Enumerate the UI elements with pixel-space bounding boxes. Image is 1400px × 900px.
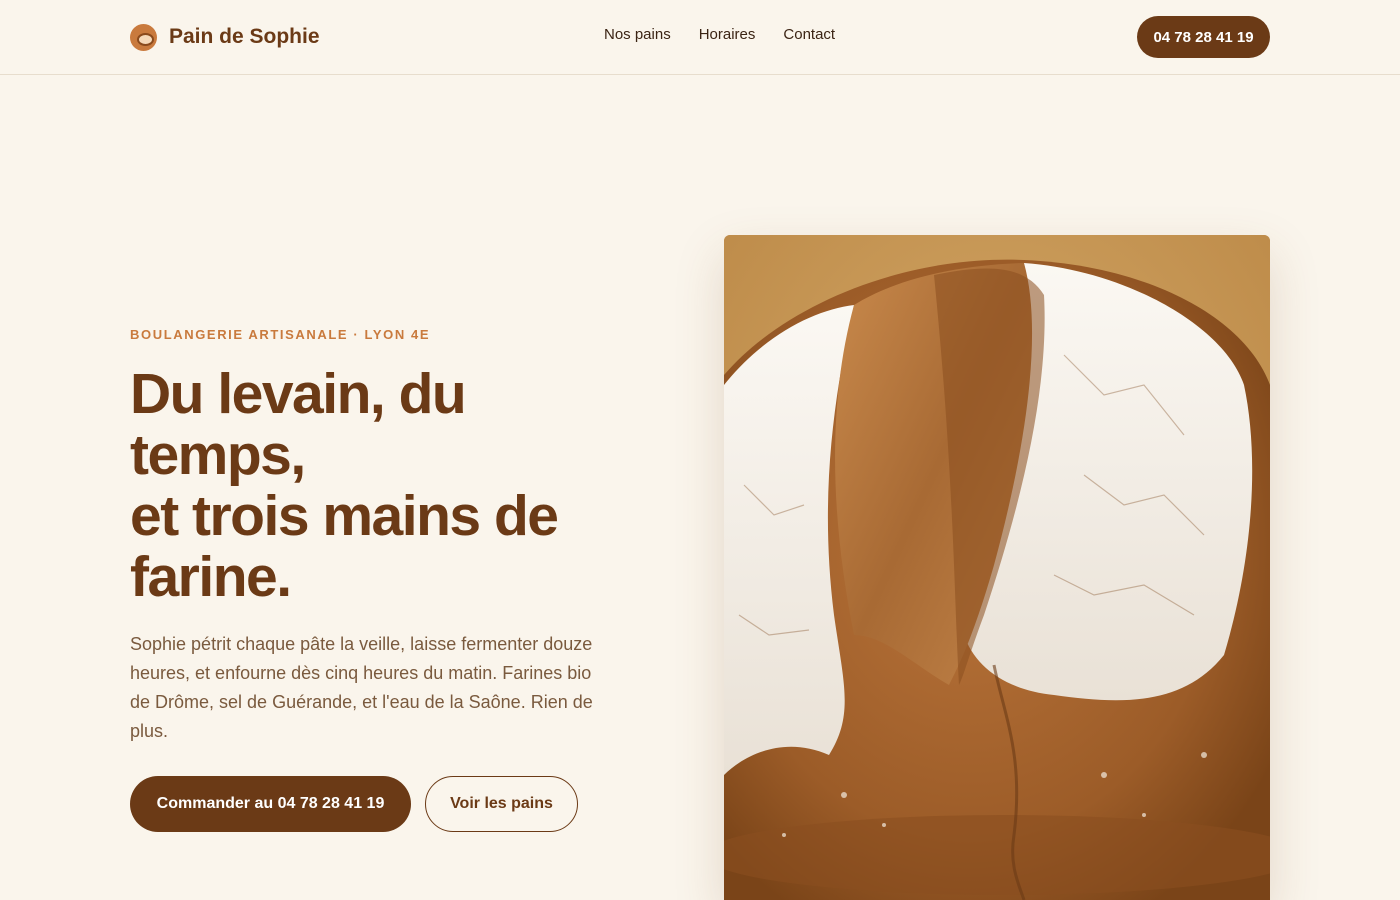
nav-link-contact[interactable]: Contact xyxy=(783,26,835,43)
hero-title-line-1: Du levain, du xyxy=(130,362,467,426)
hero-title-line-4: farine. xyxy=(130,545,292,609)
hero-eyebrow: BOULANGERIE ARTISANALE · LYON 4E xyxy=(130,327,431,342)
sourdough-loaf-photo xyxy=(724,235,1270,900)
nav-link-horaires[interactable]: Horaires xyxy=(699,26,756,43)
brand-link[interactable]: Pain de Sophie xyxy=(130,22,320,52)
main-nav: Nos pains Horaires Contact xyxy=(604,26,835,43)
hero-description: Sophie pétrit chaque pâte la veille, lai… xyxy=(130,634,593,741)
order-phone-button[interactable]: Commander au 04 78 28 41 19 xyxy=(130,776,411,832)
header-phone-button[interactable]: 04 78 28 41 19 xyxy=(1137,16,1270,58)
brand-name: Pain de Sophie xyxy=(169,25,320,48)
hero-title-line-3: et trois mains de xyxy=(130,484,559,548)
hero-title: Du levain, du temps, et trois mains de f… xyxy=(130,364,610,608)
site-header: Pain de Sophie Nos pains Horaires Contac… xyxy=(0,0,1400,75)
nav-link-nos-pains[interactable]: Nos pains xyxy=(604,26,671,43)
hero-title-line-2: temps, xyxy=(130,423,306,487)
bread-logo-icon xyxy=(130,23,157,51)
view-breads-button[interactable]: Voir les pains xyxy=(425,776,578,832)
